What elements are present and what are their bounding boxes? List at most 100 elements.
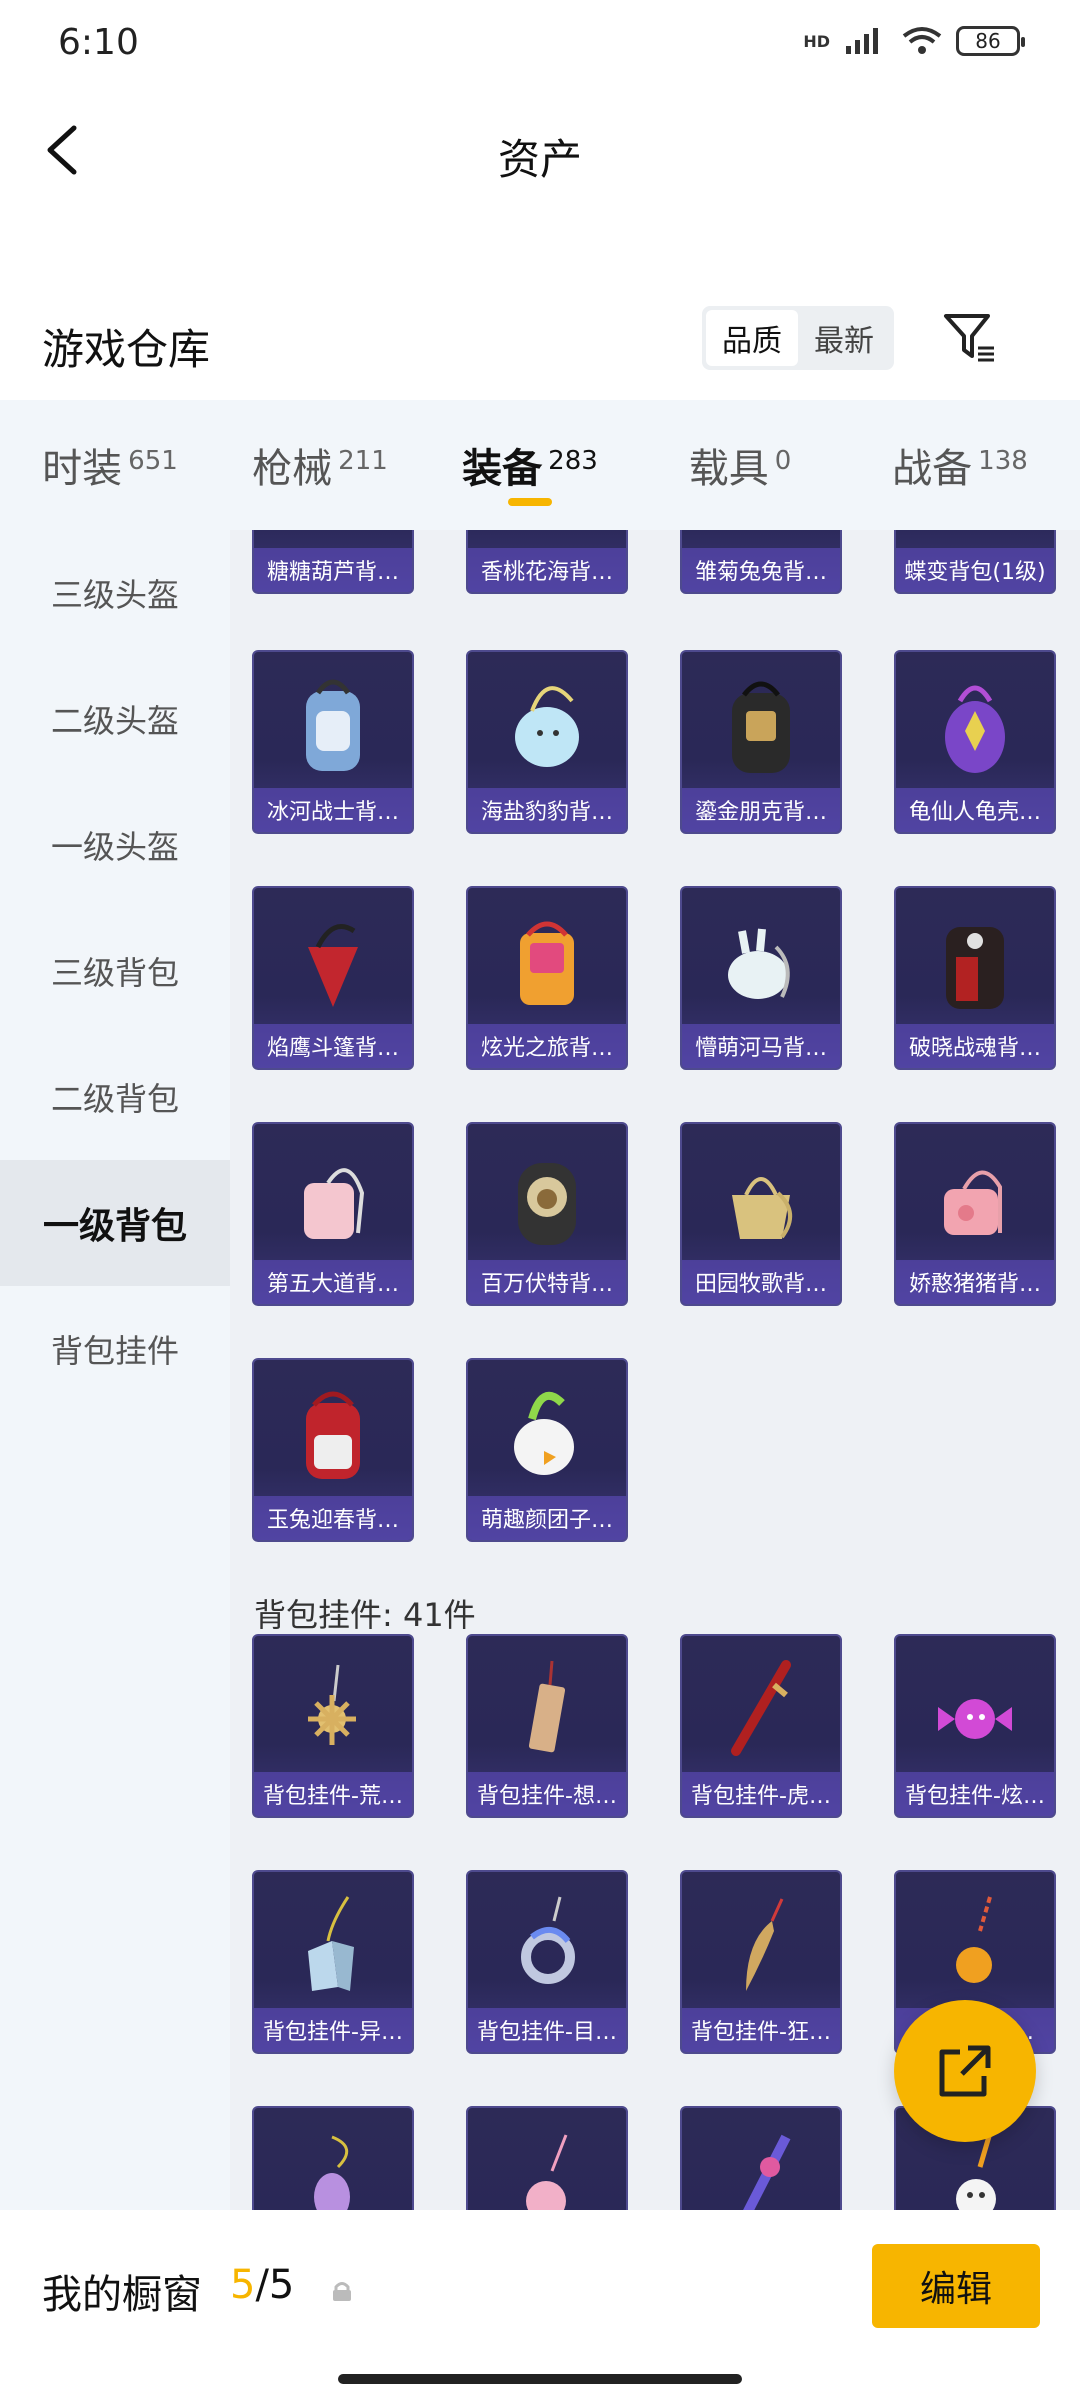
item-card[interactable]: 香桃花海背…	[466, 530, 628, 594]
sidebar-item-backpack-lv1[interactable]: 一级背包	[0, 1160, 230, 1286]
item-card[interactable]: 背包挂件-目…	[466, 1870, 628, 2054]
backpack-icon	[468, 1134, 626, 1262]
item-name: 焰鹰斗篷背…	[254, 1024, 412, 1068]
backpack-icon	[896, 1134, 1054, 1262]
item-card[interactable]: 龟仙人龟壳…	[894, 650, 1056, 834]
item-name: 背包挂件-目…	[468, 2008, 626, 2052]
backpack-icon	[896, 898, 1054, 1026]
charm-icon	[468, 1646, 626, 1774]
status-bar: 6:10 HD 86	[0, 0, 1080, 90]
item-name: 炫光之旅背…	[468, 1024, 626, 1068]
nav-bar: 资产	[0, 90, 1080, 210]
sidebar-item-helmet-lv3[interactable]: 三级头盔	[0, 530, 230, 656]
item-card[interactable]: 雏菊兔兔背…	[680, 530, 842, 594]
item-name: 田园牧歌背…	[682, 1260, 840, 1304]
item-card[interactable]: 田园牧歌背…	[680, 1122, 842, 1306]
sidebar: 三级头盔 二级头盔 一级头盔 三级背包 二级背包 一级背包 背包挂件	[0, 530, 230, 2210]
backpack-icon	[682, 898, 840, 1026]
item-card[interactable]: 蝶变背包(1级)	[894, 530, 1056, 594]
tab-label: 时装	[42, 446, 123, 492]
item-card[interactable]: 第五大道背…	[252, 1122, 414, 1306]
item-card[interactable]: 背包挂件-异…	[252, 1870, 414, 2054]
lock-icon	[333, 2282, 351, 2301]
edit-button[interactable]: 编辑	[872, 2244, 1040, 2328]
sidebar-item-helmet-lv1[interactable]: 一级头盔	[0, 782, 230, 908]
tab-count: 651	[128, 446, 178, 476]
backpack-icon	[254, 1370, 412, 1498]
charm-icon	[468, 2118, 626, 2210]
charm-icon	[468, 1882, 626, 2010]
tab-label: 装备	[462, 446, 543, 492]
item-card[interactable]: 鎏金朋克背…	[680, 650, 842, 834]
tab-equipment[interactable]: 装备 283	[420, 400, 640, 530]
external-link-icon	[939, 2045, 991, 2097]
item-card[interactable]	[252, 2106, 414, 2210]
item-card[interactable]	[680, 2106, 842, 2210]
item-name: 背包挂件-狂…	[682, 2008, 840, 2052]
item-card[interactable]: 冰河战士背…	[252, 650, 414, 834]
item-card[interactable]: 背包挂件-虎…	[680, 1634, 842, 1818]
item-card[interactable]: 背包挂件-炫…	[894, 1634, 1056, 1818]
item-card[interactable]: 背包挂件-狂…	[680, 1870, 842, 2054]
tab-label: 枪械	[252, 446, 333, 492]
sort-quality-button[interactable]: 品质	[706, 310, 798, 366]
tab-count: 0	[774, 446, 792, 476]
sort-toggle: 品质 最新	[702, 306, 894, 370]
tab-label: 载具	[688, 446, 769, 492]
item-card[interactable]: 焰鹰斗篷背…	[252, 886, 414, 1070]
sidebar-item-backpack-charms[interactable]: 背包挂件	[0, 1286, 230, 1412]
item-card[interactable]: 萌趣颜团子…	[466, 1358, 628, 1542]
item-name: 娇憨猪猪背…	[896, 1260, 1054, 1304]
item-card[interactable]: 背包挂件-荒…	[252, 1634, 414, 1818]
category-tabs: 时装 651 枪械 211 装备 283 载具 0 战备 138	[0, 400, 1080, 530]
status-time: 6:10	[58, 22, 139, 63]
backpack-icon	[682, 1134, 840, 1262]
showcase-label: 我的橱窗	[42, 2272, 202, 2318]
backpack-icon	[468, 1370, 626, 1498]
item-name: 背包挂件-想…	[468, 1772, 626, 1816]
item-name: 雏菊兔兔背…	[682, 548, 840, 592]
filter-icon[interactable]	[940, 308, 1000, 368]
charm-icon	[254, 2118, 412, 2210]
item-card[interactable]: 破晓战魂背…	[894, 886, 1056, 1070]
tab-combat-gear[interactable]: 战备 138	[840, 400, 1080, 530]
tab-fashion[interactable]: 时装 651	[0, 400, 220, 530]
tab-count: 211	[338, 446, 388, 476]
status-icons: HD 86	[803, 26, 1025, 56]
backpack-icon	[468, 662, 626, 790]
item-card[interactable]: 糖糖葫芦背…	[252, 530, 414, 594]
home-indicator[interactable]	[338, 2374, 742, 2384]
item-card[interactable]: 娇憨猪猪背…	[894, 1122, 1056, 1306]
item-name: 蝶变背包(1级)	[896, 548, 1054, 592]
tab-guns[interactable]: 枪械 211	[220, 400, 420, 530]
item-card[interactable]: 海盐豹豹背…	[466, 650, 628, 834]
item-name: 鎏金朋克背…	[682, 788, 840, 832]
item-name: 玉兔迎春背…	[254, 1496, 412, 1540]
charm-icon	[896, 1646, 1054, 1774]
item-name: 背包挂件-荒…	[254, 1772, 412, 1816]
item-card[interactable]: 炫光之旅背…	[466, 886, 628, 1070]
item-card[interactable]: 背包挂件-想…	[466, 1634, 628, 1818]
battery-icon: 86	[956, 26, 1025, 56]
sidebar-item-backpack-lv2[interactable]: 二级背包	[0, 1034, 230, 1160]
item-name: 背包挂件-炫…	[896, 1772, 1054, 1816]
backpack-icon	[896, 662, 1054, 790]
item-card[interactable]: 玉兔迎春背…	[252, 1358, 414, 1542]
item-name: 第五大道背…	[254, 1260, 412, 1304]
item-card[interactable]	[466, 2106, 628, 2210]
item-name: 龟仙人龟壳…	[896, 788, 1054, 832]
sidebar-item-backpack-lv3[interactable]: 三级背包	[0, 908, 230, 1034]
item-card[interactable]: 懵萌河马背…	[680, 886, 842, 1070]
signal-icon	[846, 28, 878, 54]
sort-newest-button[interactable]: 最新	[798, 310, 890, 366]
share-button[interactable]	[894, 2000, 1036, 2142]
item-card[interactable]: 百万伏特背…	[466, 1122, 628, 1306]
item-name: 萌趣颜团子…	[468, 1496, 626, 1540]
wifi-icon	[902, 27, 942, 54]
sidebar-item-helmet-lv2[interactable]: 二级头盔	[0, 656, 230, 782]
tab-vehicles[interactable]: 载具 0	[640, 400, 840, 530]
showcase-total: /5	[255, 2262, 295, 2308]
backpack-icon	[254, 1134, 412, 1262]
page-title: 资产	[497, 135, 582, 184]
backpack-icon	[254, 662, 412, 790]
